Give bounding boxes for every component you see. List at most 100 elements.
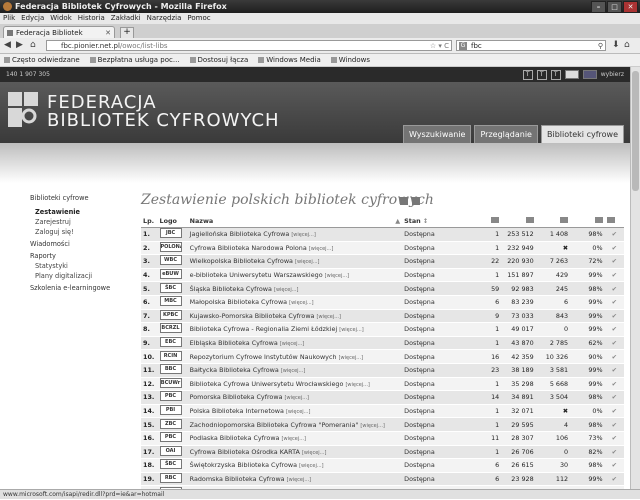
- library-logo[interactable]: RCIN: [157, 349, 188, 364]
- more-link[interactable]: [więcej...]: [339, 327, 363, 333]
- flag-pl-icon[interactable]: [564, 70, 579, 79]
- bookmark-item[interactable]: Windows: [330, 54, 370, 66]
- check-icon[interactable]: ✔: [604, 281, 624, 296]
- table-row[interactable]: 9. EBC Elbląska Biblioteka Cyfrowa [więcej…: [141, 336, 624, 351]
- library-name[interactable]: Elbląska Biblioteka Cyfrowa [więcej...]: [187, 336, 403, 351]
- library-name-text[interactable]: Jagiellońska Biblioteka Cyfrowa: [190, 230, 290, 238]
- library-name[interactable]: Biblioteka Cyfrowa - Regionalia Ziemi Łó…: [187, 322, 403, 337]
- home-icon[interactable]: ⌂: [30, 40, 36, 51]
- table-row[interactable]: 1. JBC Jagiellońska Biblioteka Cyfrowa [wi…: [141, 227, 624, 242]
- check-icon[interactable]: ✔: [604, 336, 624, 351]
- language-select[interactable]: wybierz: [601, 67, 624, 82]
- sort-icon[interactable]: ▲: [395, 217, 400, 225]
- close-button[interactable]: ✕: [623, 1, 638, 13]
- more-link[interactable]: [więcej...]: [281, 368, 305, 374]
- sidebar-item[interactable]: Wiadomości: [30, 239, 130, 249]
- library-name-text[interactable]: Cyfrowa Biblioteka Ośrodka KARTA: [190, 448, 300, 456]
- browser-tab[interactable]: Federacja Bibliotek Cyfrowych ✕: [3, 26, 115, 49]
- table-row[interactable]: 15. ZBC Zachodniopomorska Biblioteka Cyfro…: [141, 417, 624, 432]
- more-link[interactable]: [więcej...]: [282, 436, 306, 442]
- library-logo[interactable]: OAI: [157, 445, 188, 460]
- library-name-text[interactable]: Cyfrowa Biblioteka Narodowa Polona: [190, 244, 307, 252]
- table-row[interactable]: 13. PBC Pomorska Biblioteka Cyfrowa [więce…: [141, 390, 624, 405]
- library-name-text[interactable]: Podlaska Biblioteka Cyfrowa: [190, 434, 280, 442]
- print-icon[interactable]: [400, 197, 408, 205]
- bookmark-star-icon[interactable]: ☆ ▾ C: [430, 41, 449, 52]
- download-icon[interactable]: ⬇: [612, 40, 620, 51]
- check-icon[interactable]: ✔: [604, 458, 624, 473]
- check-icon[interactable]: ✔: [604, 322, 624, 337]
- bookmark-item[interactable]: Często odwiedzane: [4, 54, 80, 66]
- scrollbar-thumb[interactable]: [632, 71, 639, 191]
- library-logo[interactable]: MBC: [157, 295, 188, 310]
- menu-zakladki[interactable]: Zakładki: [111, 13, 141, 24]
- library-logo[interactable]: ŚBC: [157, 281, 188, 296]
- check-icon[interactable]: ✔: [604, 268, 624, 283]
- library-name[interactable]: Polska Biblioteka Internetowa [więcej...…: [187, 404, 403, 419]
- menu-plik[interactable]: Plik: [3, 13, 15, 24]
- library-name-text[interactable]: Biblioteka Cyfrowa - Regionalia Ziemi Łó…: [190, 325, 338, 333]
- library-name-text[interactable]: Małopolska Biblioteka Cyfrowa: [190, 298, 287, 306]
- library-name-text[interactable]: Kujawsko-Pomorska Biblioteka Cyfrowa: [190, 312, 315, 320]
- table-row[interactable]: 8. BCRZL Biblioteka Cyfrowa - Regionalia Z…: [141, 322, 624, 337]
- more-link[interactable]: [więcej...]: [339, 355, 363, 361]
- check-icon[interactable]: ✔: [604, 295, 624, 310]
- table-row[interactable]: 10. RCIN Repozytorium Cyfrowe Instytutów N…: [141, 349, 624, 364]
- sidebar-item[interactable]: Zestawienie: [30, 207, 130, 217]
- url-input[interactable]: fbc.pionier.net.pl/owoc/list-libs ☆ ▾ C: [46, 40, 452, 51]
- library-name-text[interactable]: Repozytorium Cyfrowe Instytutów Naukowyc…: [190, 353, 337, 361]
- more-link[interactable]: [więcej...]: [280, 341, 304, 347]
- more-link[interactable]: [więcej...]: [309, 246, 333, 252]
- check-icon[interactable]: ✔: [604, 377, 624, 392]
- col-publishers[interactable]: [466, 214, 502, 228]
- library-name[interactable]: Kujawsko-Pomorska Biblioteka Cyfrowa [wi…: [187, 309, 403, 324]
- library-logo[interactable]: BBC: [157, 363, 188, 378]
- sidebar-item[interactable]: Zaloguj się!: [30, 227, 130, 237]
- maximize-button[interactable]: □: [607, 1, 622, 13]
- sidebar-title[interactable]: Biblioteki cyfrowe: [30, 193, 130, 203]
- table-row[interactable]: 16. PBC Podlaska Biblioteka Cyfrowa [więce…: [141, 431, 624, 446]
- fbc-logo-icon[interactable]: [8, 92, 38, 127]
- table-row[interactable]: 3. WBC Wielkopolska Biblioteka Cyfrowa [wi…: [141, 254, 624, 269]
- library-logo[interactable]: PBC: [157, 390, 188, 405]
- library-name[interactable]: Repozytorium Cyfrowe Instytutów Naukowyc…: [187, 349, 403, 364]
- check-icon[interactable]: ✔: [604, 254, 624, 269]
- tab-biblioteki-cyfrowe[interactable]: Biblioteki cyfrowe: [540, 125, 624, 143]
- library-name[interactable]: Podlaska Biblioteka Cyfrowa [więcej...]: [187, 431, 403, 446]
- table-row[interactable]: 6. MBC Małopolska Biblioteka Cyfrowa [więc…: [141, 295, 624, 310]
- forward-icon[interactable]: ▶: [16, 40, 23, 51]
- library-logo[interactable]: eBUW: [157, 268, 188, 283]
- table-row[interactable]: 18. ŚBC Świętokrzyska Biblioteka Cyfrowa […: [141, 458, 624, 473]
- tab-wyszukiwanie[interactable]: Wyszukiwanie: [403, 125, 472, 143]
- table-row[interactable]: 17. OAI Cyfrowa Biblioteka Ośrodka KARTA […: [141, 445, 624, 460]
- library-name[interactable]: Cyfrowa Biblioteka Narodowa Polona [więc…: [187, 241, 403, 256]
- library-name[interactable]: Cyfrowa Biblioteka Ośrodka KARTA [więcej…: [187, 445, 403, 460]
- library-name-text[interactable]: Wielkopolska Biblioteka Cyfrowa: [190, 257, 293, 265]
- menu-edycja[interactable]: Edycja: [21, 13, 44, 24]
- more-link[interactable]: [więcej...]: [286, 409, 310, 415]
- more-link[interactable]: [więcej...]: [345, 382, 369, 388]
- library-name-text[interactable]: Zachodniopomorska Biblioteka Cyfrowa "Po…: [190, 421, 359, 429]
- sidebar-item[interactable]: Szkolenia e-learningowe: [30, 283, 130, 293]
- check-icon[interactable]: ✔: [604, 363, 624, 378]
- flag-en-icon[interactable]: [582, 70, 597, 79]
- back-icon[interactable]: ◀: [4, 40, 11, 51]
- more-link[interactable]: [więcej...]: [302, 450, 326, 456]
- tab-przegladanie[interactable]: Przeglądanie: [474, 125, 538, 143]
- menu-widok[interactable]: Widok: [50, 13, 72, 24]
- check-icon[interactable]: ✔: [604, 227, 624, 242]
- menu-historia[interactable]: Historia: [78, 13, 105, 24]
- library-logo[interactable]: BCUWr: [157, 377, 188, 392]
- more-link[interactable]: [więcej...]: [295, 259, 319, 265]
- library-logo[interactable]: ZBC: [157, 417, 188, 432]
- table-row[interactable]: 7. KPBC Kujawsko-Pomorska Biblioteka Cyfro…: [141, 309, 624, 324]
- table-row[interactable]: 12. BCUWr Biblioteka Cyfrowa Uniwersytetu …: [141, 377, 624, 392]
- table-row[interactable]: 14. PBI Polska Biblioteka Internetowa [wię…: [141, 404, 624, 419]
- library-logo[interactable]: KPBC: [157, 309, 188, 324]
- table-row[interactable]: 11. BBC Bałtycka Biblioteka Cyfrowa [więce…: [141, 363, 624, 378]
- minimize-button[interactable]: –: [591, 1, 606, 13]
- check-icon[interactable]: ✔: [604, 241, 624, 256]
- library-logo[interactable]: POLONA: [157, 241, 188, 256]
- sidebar-item[interactable]: Zarejestruj: [30, 217, 130, 227]
- library-name-text[interactable]: Biblioteka Cyfrowa Uniwersytetu Wrocławs…: [190, 380, 344, 388]
